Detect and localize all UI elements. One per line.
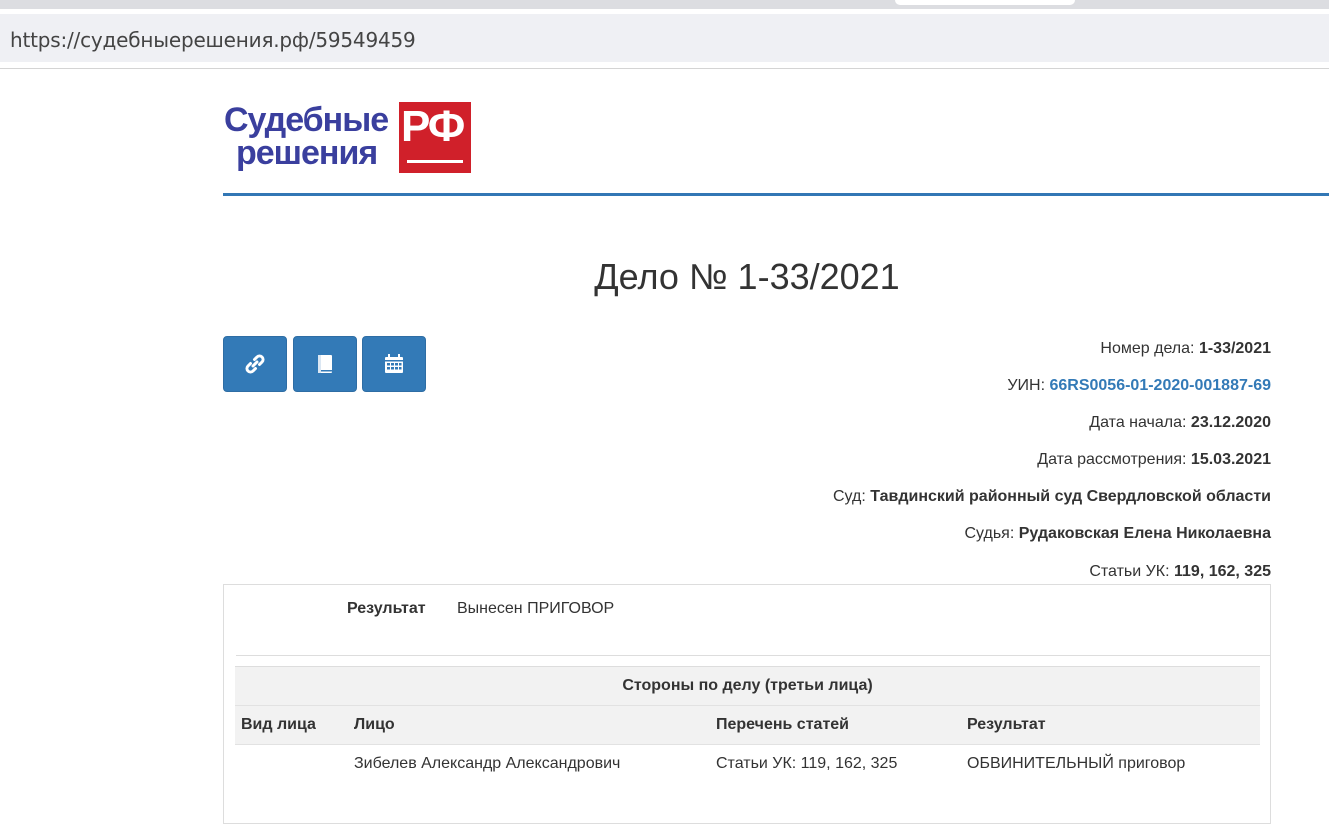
court-label: Суд: [832, 488, 866, 505]
case-number-line: Номер дела: 1-33/2021 [1100, 340, 1271, 358]
uin-line: УИН: 66RS0056-01-2020-001887-69 [1007, 377, 1271, 395]
column-header-articles: Перечень статей [716, 716, 850, 733]
uin-link[interactable]: 66RS0056-01-2020-001887-69 [1049, 377, 1271, 394]
result-value: Вынесен ПРИГОВОР [457, 600, 615, 617]
logo-line-2: решения [236, 134, 378, 172]
book-icon [318, 355, 332, 373]
parties-table: Стороны по делу (третьи лица) Вид лица Л… [235, 666, 1260, 783]
case-number-label: Номер дела: [1100, 340, 1195, 357]
panel-divider [236, 655, 1271, 656]
start-date-line: Дата начала: 23.12.2020 [1089, 414, 1271, 432]
judge-line: Судья: Рудаковская Елена Николаевна [964, 525, 1271, 543]
column-header-person: Лицо [354, 716, 395, 733]
column-header-party-type: Вид лица [241, 716, 316, 733]
articles-value: 119, 162, 325 [1174, 563, 1271, 580]
page-title: Дело № 1-33/2021 [594, 256, 900, 297]
judge-value: Рудаковская Елена Николаевна [1018, 525, 1271, 542]
review-date-value: 15.03.2021 [1190, 451, 1271, 468]
review-date-label: Дата рассмотрения: [1037, 451, 1187, 468]
browser-address-bar[interactable]: https://судебныерешения.рф/59549459 [0, 14, 1329, 62]
logo-badge-underline [407, 160, 463, 163]
cell-articles: Статьи УК: 119, 162, 325 [716, 755, 898, 772]
parties-table-header: Вид лица Лицо Перечень статей Результат [235, 705, 1260, 744]
logo-badge: РФ [399, 102, 471, 173]
link-icon [245, 354, 265, 374]
browser-tab-strip [0, 0, 1329, 9]
cell-person: Зибелев Александр Александрович [354, 755, 621, 772]
address-bar-divider [0, 68, 1329, 69]
start-date-value: 23.12.2020 [1190, 414, 1271, 431]
header-divider [223, 193, 1329, 196]
logo-badge-text: РФ [401, 102, 465, 151]
result-label: Результат [347, 600, 426, 617]
browser-tab[interactable] [895, 0, 1075, 5]
cell-result: ОБВИНИТЕЛЬНЫЙ приговор [967, 755, 1186, 772]
case-number-value: 1-33/2021 [1198, 340, 1271, 357]
parties-table-caption: Стороны по делу (третьи лица) [235, 666, 1260, 705]
judge-label: Судья: [964, 525, 1015, 542]
articles-label: Статьи УК: [1089, 563, 1170, 580]
document-button[interactable] [293, 336, 357, 392]
copy-link-button[interactable] [223, 336, 287, 392]
court-value: Тавдинский районный суд Свердловской обл… [870, 488, 1271, 505]
court-line: Суд: Тавдинский районный суд Свердловско… [833, 488, 1271, 506]
site-logo[interactable]: Судебные решения РФ [224, 101, 474, 175]
articles-line: Статьи УК: 119, 162, 325 [1089, 563, 1271, 581]
table-row: Зибелев Александр Александрович Статьи У… [235, 744, 1260, 783]
column-header-result: Результат [967, 716, 1046, 733]
url-text[interactable]: https://судебныерешения.рф/59549459 [10, 28, 416, 52]
calendar-button[interactable] [362, 336, 426, 392]
review-date-line: Дата рассмотрения: 15.03.2021 [1037, 451, 1271, 469]
uin-label: УИН: [1007, 377, 1046, 394]
calendar-icon [385, 354, 403, 373]
start-date-label: Дата начала: [1089, 414, 1187, 431]
